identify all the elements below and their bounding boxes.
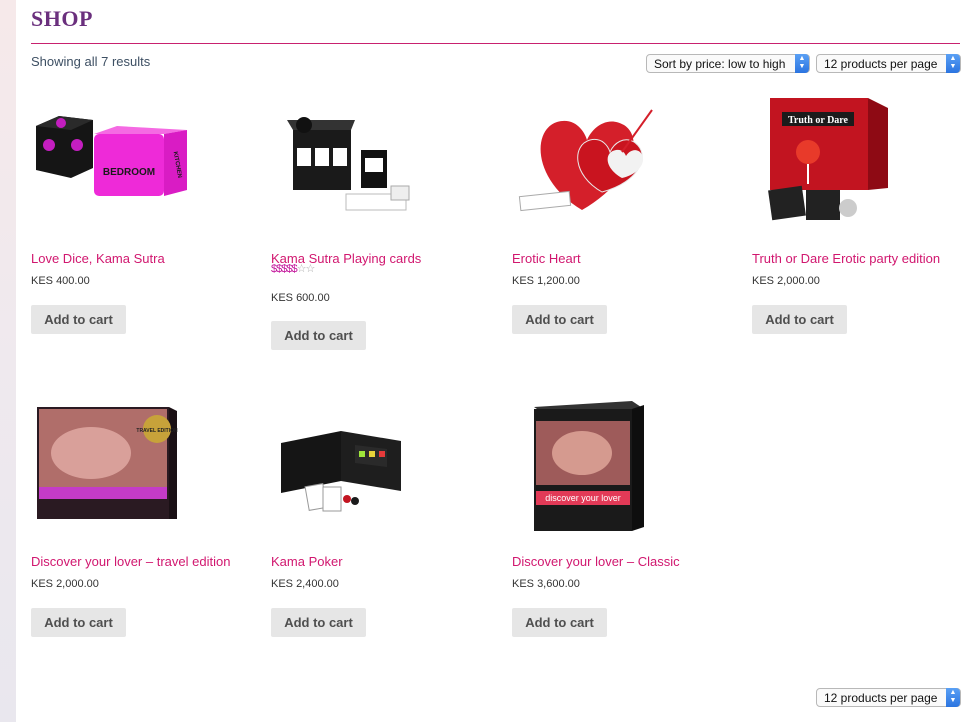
select-arrows-icon: ▲ ▼ [946, 688, 960, 707]
svg-text:Truth or Dare: Truth or Dare [788, 115, 849, 126]
product-price: KES 2,400.00 [271, 578, 339, 590]
select-arrows-icon: ▲ ▼ [946, 54, 960, 73]
product-price: KES 2,000.00 [752, 275, 820, 287]
title-divider [31, 43, 960, 44]
per-page-select-value: 12 products per page [824, 691, 938, 705]
product-image-erotic-heart[interactable] [512, 90, 712, 240]
sort-select[interactable]: Sort by price: low to high ▲ ▼ [646, 54, 810, 73]
product-price: KES 2,000.00 [31, 578, 99, 590]
select-arrows-icon: ▲ ▼ [795, 54, 809, 73]
product-price: KES 600.00 [271, 292, 330, 304]
product-link[interactable]: Discover your lover – Classic [512, 554, 680, 569]
svg-text:BEDROOM: BEDROOM [103, 167, 155, 178]
add-to-cart-button[interactable]: Add to cart [31, 608, 126, 637]
product-price: KES 400.00 [31, 275, 90, 287]
page-title: SHOP [31, 6, 93, 31]
add-to-cart-button[interactable]: Add to cart [512, 305, 607, 334]
per-page-select-bottom[interactable]: 12 products per page ▲ ▼ [816, 688, 961, 707]
product-price: KES 3,600.00 [512, 578, 580, 590]
product-image-discover-classic[interactable]: discover your lover [512, 393, 712, 543]
per-page-select[interactable]: 12 products per page ▲ ▼ [816, 54, 961, 73]
svg-text:discover your lover: discover your lover [545, 493, 621, 503]
product-rating: $$$$$☆☆ [271, 263, 315, 275]
shop-panel: SHOP Showing all 7 results Sort by price… [16, 0, 977, 722]
product-link[interactable]: Truth or Dare Erotic party edition [752, 251, 940, 266]
product-link[interactable]: Discover your lover – travel edition [31, 554, 230, 569]
add-to-cart-button[interactable]: Add to cart [752, 305, 847, 334]
add-to-cart-button[interactable]: Add to cart [31, 305, 126, 334]
product-image-discover-travel[interactable]: TRAVEL EDITION [31, 393, 231, 543]
product-image-playing-cards[interactable] [271, 90, 471, 240]
add-to-cart-button[interactable]: Add to cart [271, 608, 366, 637]
per-page-select-value: 12 products per page [824, 57, 938, 71]
sort-select-value: Sort by price: low to high [654, 57, 786, 71]
add-to-cart-button[interactable]: Add to cart [271, 321, 366, 350]
result-count: Showing all 7 results [31, 54, 151, 69]
product-link[interactable]: Kama Poker [271, 554, 343, 569]
product-link[interactable]: Love Dice, Kama Sutra [31, 251, 165, 266]
product-price: KES 1,200.00 [512, 275, 580, 287]
add-to-cart-button[interactable]: Add to cart [512, 608, 607, 637]
product-link[interactable]: Erotic Heart [512, 251, 581, 266]
product-image-love-dice[interactable]: BEDROOM KITCHEN [31, 90, 231, 240]
product-image-truth-or-dare[interactable]: Truth or Dare [752, 90, 952, 240]
product-image-kama-poker[interactable] [271, 393, 471, 543]
page-side-gradient [0, 0, 16, 722]
svg-text:TRAVEL EDITION: TRAVEL EDITION [136, 428, 178, 434]
